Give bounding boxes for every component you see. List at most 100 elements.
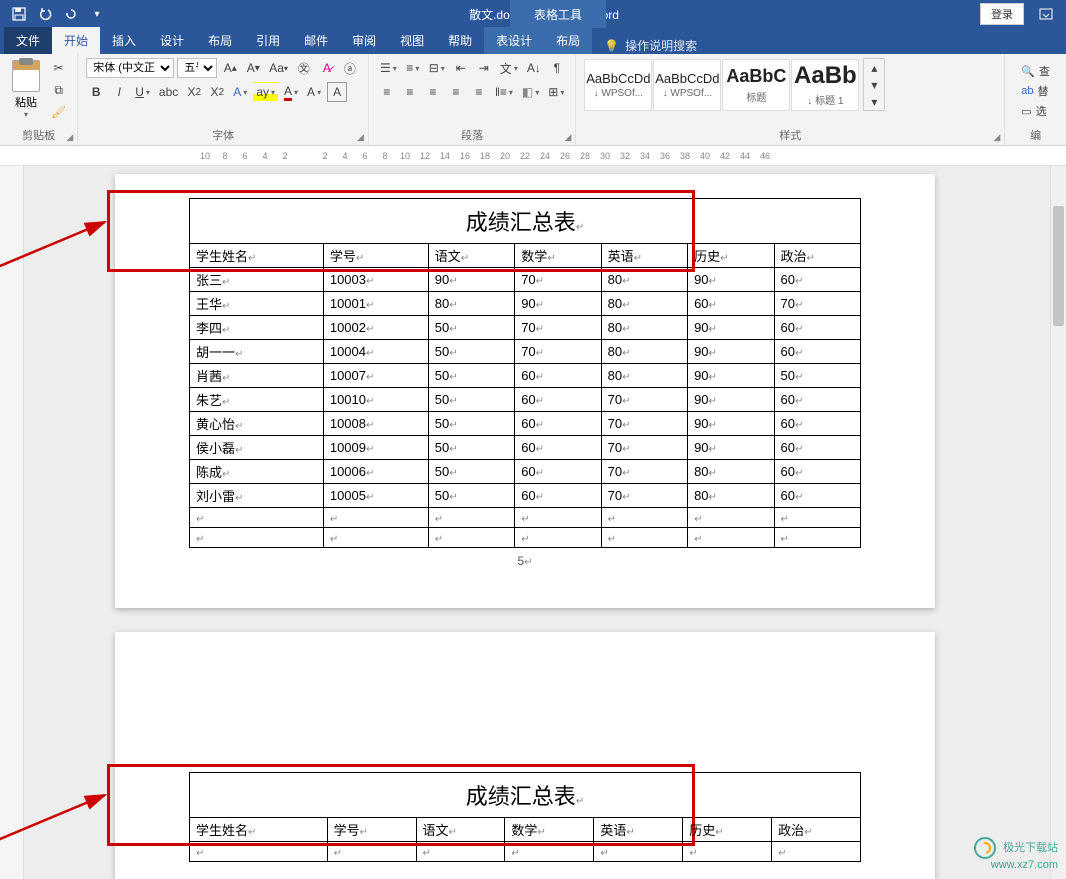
vertical-scrollbar[interactable] xyxy=(1050,166,1066,879)
table-cell[interactable]: 70↵ xyxy=(601,388,687,412)
table-empty-cell[interactable]: ↵ xyxy=(594,842,683,862)
table-cell[interactable]: 70↵ xyxy=(515,340,601,364)
table-cell[interactable]: 60↵ xyxy=(774,436,860,460)
table-empty-cell[interactable]: ↵ xyxy=(428,508,514,528)
table-cell[interactable]: 10004↵ xyxy=(323,340,428,364)
align-center-button[interactable]: ≡ xyxy=(400,82,420,102)
table-empty-cell[interactable]: ↵ xyxy=(601,508,687,528)
style-item-0[interactable]: AaBbCcDd↓ WPSOf... xyxy=(584,59,652,111)
table-cell[interactable]: 侯小磊↵ xyxy=(190,436,324,460)
font-name-select[interactable]: 宋体 (中文正文) xyxy=(86,58,174,78)
table-cell[interactable]: 90↵ xyxy=(688,388,774,412)
table-cell[interactable]: 肖茜↵ xyxy=(190,364,324,388)
table-cell[interactable]: 80↵ xyxy=(688,460,774,484)
table-cell[interactable]: 张三↵ xyxy=(190,268,324,292)
tab-help[interactable]: 帮助 xyxy=(436,27,484,54)
table-cell[interactable]: 陈成↵ xyxy=(190,460,324,484)
underline-button[interactable]: U xyxy=(132,82,153,102)
table-cell[interactable]: 60↵ xyxy=(515,484,601,508)
save-button[interactable] xyxy=(8,3,30,25)
paragraph-launcher[interactable]: ◢ xyxy=(564,132,571,143)
table-cell[interactable]: 10010↵ xyxy=(323,388,428,412)
undo-button[interactable] xyxy=(34,3,56,25)
bullets-button[interactable]: ☰ xyxy=(377,58,400,78)
table-header-cell[interactable]: 历史↵ xyxy=(683,818,772,842)
table-empty-cell[interactable]: ↵ xyxy=(688,508,774,528)
table-cell[interactable]: 90↵ xyxy=(515,292,601,316)
table-empty-cell[interactable]: ↵ xyxy=(190,528,324,548)
styles-launcher[interactable]: ◢ xyxy=(993,132,1000,143)
shrink-font-button[interactable]: A▾ xyxy=(243,58,263,78)
tab-table-layout[interactable]: 布局 xyxy=(544,27,592,54)
change-case-button[interactable]: Aa▾ xyxy=(266,58,291,78)
table-cell[interactable]: 10002↵ xyxy=(323,316,428,340)
table-cell[interactable]: 70↵ xyxy=(774,292,860,316)
score-table[interactable]: 成绩汇总表↵ 学生姓名↵学号↵语文↵数学↵英语↵历史↵政治↵ 张三↵10003↵… xyxy=(189,198,861,548)
justify-button[interactable]: ≡ xyxy=(446,82,466,102)
superscript-button[interactable]: X2 xyxy=(207,82,227,102)
table-row[interactable]: 黄心怡↵10008↵50↵60↵70↵90↵60↵ xyxy=(190,412,861,436)
style-scroll-up[interactable]: ▴ xyxy=(864,59,884,76)
ribbon-options-button[interactable] xyxy=(1032,2,1060,26)
cut-button[interactable]: ✂ xyxy=(48,58,69,78)
table-cell[interactable]: 70↵ xyxy=(515,268,601,292)
scrollbar-thumb[interactable] xyxy=(1053,206,1064,326)
table-cell[interactable]: 50↵ xyxy=(428,436,514,460)
align-left-button[interactable]: ≡ xyxy=(377,82,397,102)
table-empty-cell[interactable]: ↵ xyxy=(428,528,514,548)
table-cell[interactable]: 10008↵ xyxy=(323,412,428,436)
select-button[interactable]: ▭选 xyxy=(1019,102,1052,120)
table-header-cell[interactable]: 语文↵ xyxy=(416,818,505,842)
table-cell[interactable]: 80↵ xyxy=(601,268,687,292)
table-cell[interactable]: 90↵ xyxy=(688,436,774,460)
copy-button[interactable]: ⧉ xyxy=(48,80,69,100)
table-header-cell[interactable]: 学生姓名↵ xyxy=(190,244,324,268)
table-cell[interactable]: 60↵ xyxy=(774,316,860,340)
table-header-cell[interactable]: 学号↵ xyxy=(323,244,428,268)
table-empty-cell[interactable]: ↵ xyxy=(688,528,774,548)
table-cell[interactable]: 10005↵ xyxy=(323,484,428,508)
table-row[interactable]: 陈成↵10006↵50↵60↵70↵80↵60↵ xyxy=(190,460,861,484)
style-scroll-down[interactable]: ▾ xyxy=(864,76,884,93)
table-cell[interactable]: 60↵ xyxy=(774,460,860,484)
table-cell[interactable]: 60↵ xyxy=(774,340,860,364)
decrease-indent-button[interactable]: ⇤ xyxy=(451,58,471,78)
table-header-cell[interactable]: 数学↵ xyxy=(505,818,594,842)
table-cell[interactable]: 70↵ xyxy=(601,412,687,436)
tab-references[interactable]: 引用 xyxy=(244,27,292,54)
tab-home[interactable]: 开始 xyxy=(52,27,100,54)
numbering-button[interactable]: ≡ xyxy=(403,58,423,78)
redo-button[interactable] xyxy=(60,3,82,25)
table-cell[interactable]: 胡一一↵ xyxy=(190,340,324,364)
table-empty-cell[interactable]: ↵ xyxy=(601,528,687,548)
table-cell[interactable]: 50↵ xyxy=(428,412,514,436)
asian-layout-button[interactable]: 文 xyxy=(497,58,521,78)
table-cell[interactable]: 李四↵ xyxy=(190,316,324,340)
table-row[interactable]: 肖茜↵10007↵50↵60↵80↵90↵50↵ xyxy=(190,364,861,388)
table-row[interactable]: 胡一一↵10004↵50↵70↵80↵90↵60↵ xyxy=(190,340,861,364)
page-1[interactable]: 成绩汇总表↵ 学生姓名↵学号↵语文↵数学↵英语↵历史↵政治↵ 张三↵10003↵… xyxy=(115,174,935,608)
table-cell[interactable]: 70↵ xyxy=(601,460,687,484)
table-cell[interactable]: 60↵ xyxy=(774,268,860,292)
table-cell[interactable]: 70↵ xyxy=(601,436,687,460)
tab-mailings[interactable]: 邮件 xyxy=(292,27,340,54)
clear-format-button[interactable]: A̷ xyxy=(317,58,337,78)
table-empty-cell[interactable]: ↵ xyxy=(774,528,860,548)
table-cell[interactable]: 10007↵ xyxy=(323,364,428,388)
tab-layout[interactable]: 布局 xyxy=(196,27,244,54)
italic-button[interactable]: I xyxy=(109,82,129,102)
tab-table-design[interactable]: 表设计 xyxy=(484,27,544,54)
table-empty-cell[interactable]: ↵ xyxy=(190,508,324,528)
strikethrough-button[interactable]: abc xyxy=(156,82,181,102)
table-row[interactable]: 侯小磊↵10009↵50↵60↵70↵90↵60↵ xyxy=(190,436,861,460)
table-cell[interactable]: 50↵ xyxy=(428,388,514,412)
table-header-cell[interactable]: 政治↵ xyxy=(772,818,861,842)
subscript-button[interactable]: X2 xyxy=(184,82,204,102)
enclose-char-button[interactable]: ⓐ xyxy=(340,58,360,78)
table-empty-cell[interactable]: ↵ xyxy=(416,842,505,862)
table-cell[interactable]: 90↵ xyxy=(688,268,774,292)
table-cell[interactable]: 50↵ xyxy=(774,364,860,388)
table-cell[interactable]: 50↵ xyxy=(428,364,514,388)
table-header-cell[interactable]: 历史↵ xyxy=(688,244,774,268)
increase-indent-button[interactable]: ⇥ xyxy=(474,58,494,78)
